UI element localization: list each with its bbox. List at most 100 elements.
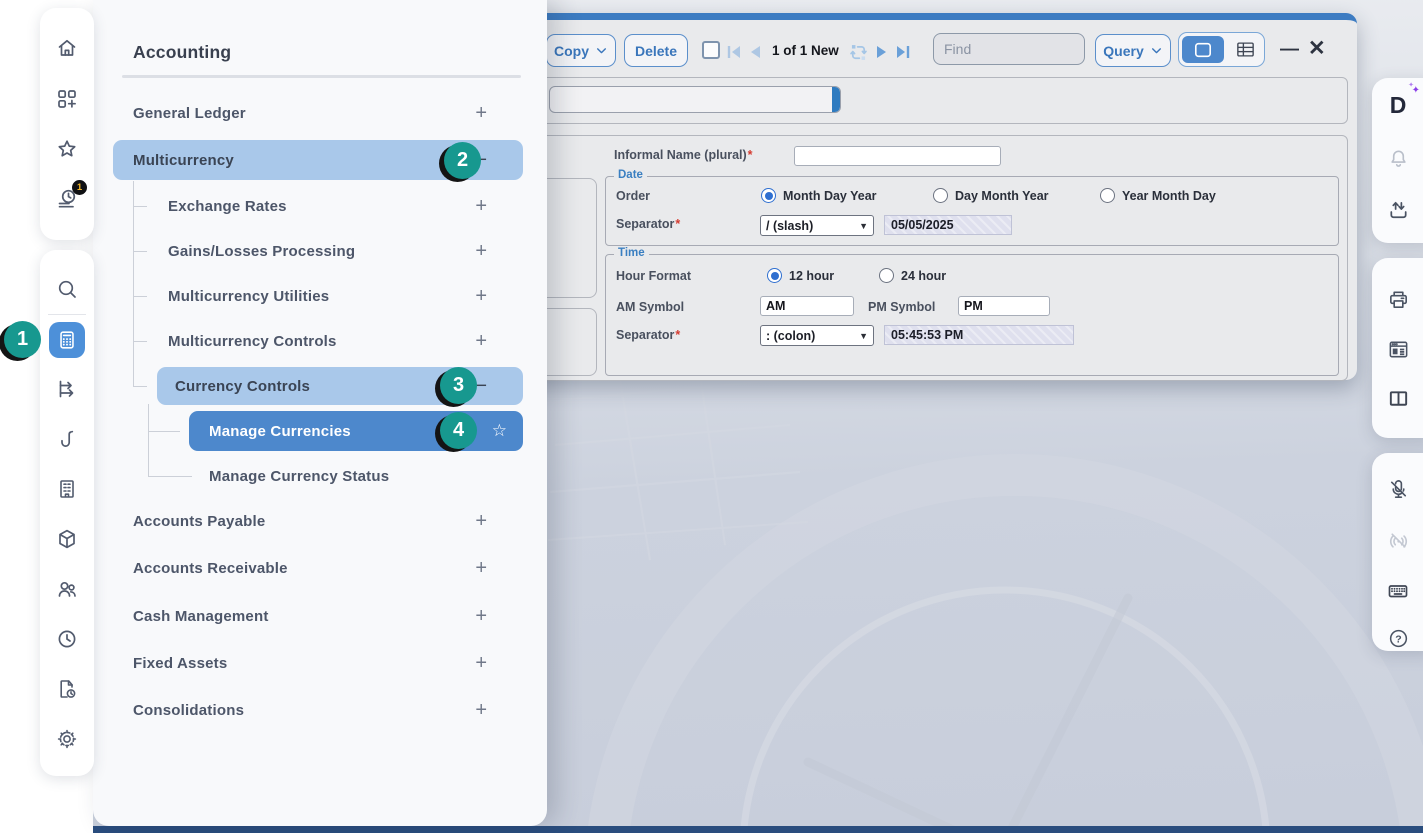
print-icon[interactable] — [1385, 286, 1411, 312]
informal-name-input[interactable] — [794, 146, 1001, 166]
radio-year-month-day[interactable] — [1100, 188, 1115, 203]
mic-off-icon[interactable] — [1385, 476, 1411, 502]
bottom-bar — [90, 826, 1423, 833]
table-view-button[interactable] — [1229, 36, 1261, 63]
organization-building-icon[interactable] — [55, 477, 79, 501]
next-record-icon[interactable] — [876, 45, 889, 59]
history-count-badge: 1 — [72, 180, 87, 195]
collapse-icon[interactable]: − — [475, 376, 487, 396]
expand-icon[interactable]: + — [475, 331, 487, 351]
apps-icon[interactable] — [55, 87, 79, 111]
help-icon[interactable]: ? — [1385, 625, 1411, 651]
close-button[interactable]: ✕ — [1308, 38, 1326, 59]
expand-icon[interactable]: + — [475, 241, 487, 261]
hidden-left-group-box — [539, 178, 597, 298]
form-view-button[interactable] — [1182, 36, 1224, 63]
query-button[interactable]: Query — [1095, 34, 1171, 67]
menu-item-consolidations[interactable]: Consolidations + — [113, 691, 523, 729]
scheduled-reports-icon[interactable] — [55, 677, 79, 701]
step-badge-3: 3 — [440, 367, 477, 404]
dropdown-arrow-icon: ▼ — [859, 221, 868, 231]
expand-icon[interactable]: + — [475, 700, 487, 720]
hidden-left-group-box-2 — [539, 308, 597, 376]
expand-icon[interactable]: + — [475, 286, 487, 306]
refresh-icon[interactable] — [848, 42, 869, 63]
notifications-bell-icon[interactable] — [1385, 145, 1411, 171]
record-select-checkbox[interactable] — [702, 41, 720, 59]
manage-currencies-window: Copy Delete 1 of 1 New Query — [520, 13, 1357, 380]
menu-item-manage-currency-status[interactable]: Manage Currency Status — [189, 457, 523, 495]
find-input[interactable] — [933, 33, 1085, 65]
tree-connector — [148, 431, 180, 432]
time-clock-icon[interactable] — [55, 627, 79, 651]
menu-item-multicurrency-utilities[interactable]: Multicurrency Utilities + — [148, 277, 523, 315]
expand-icon[interactable]: + — [475, 558, 487, 578]
step-badge-1: 1 — [4, 321, 41, 358]
assistant-logo-text: D — [1390, 94, 1407, 117]
flyout-divider — [122, 75, 521, 78]
tree-connector — [133, 206, 147, 207]
menu-item-accounts-receivable[interactable]: Accounts Receivable + — [113, 549, 523, 587]
favorite-star-icon[interactable]: ☆ — [492, 421, 507, 441]
expand-icon[interactable]: + — [475, 606, 487, 626]
accounting-calculator-icon[interactable] — [49, 322, 85, 358]
signature-icon[interactable] — [55, 427, 79, 451]
home-icon[interactable] — [55, 36, 79, 60]
menu-item-multicurrency-controls[interactable]: Multicurrency Controls + — [148, 322, 523, 360]
menu-item-accounts-payable[interactable]: Accounts Payable + — [113, 502, 523, 540]
time-separator-dropdown[interactable]: : (colon) ▼ — [760, 325, 874, 346]
sound-off-icon[interactable] — [1385, 527, 1411, 553]
time-separator-value: : (colon) — [766, 329, 815, 343]
menu-item-cash-management[interactable]: Cash Management + — [113, 597, 523, 635]
menu-item-gains-losses-processing[interactable]: Gains/Losses Processing + — [148, 232, 523, 270]
date-fieldset: Date Order Month Day Year Day Month Year… — [605, 176, 1339, 246]
search-icon[interactable] — [55, 277, 79, 301]
time-separator-label: Separator* — [616, 328, 680, 342]
menu-item-label: Multicurrency Utilities — [168, 288, 329, 305]
radio-12-hour-label: 12 hour — [789, 269, 834, 283]
expand-icon[interactable]: + — [475, 653, 487, 673]
radio-12-hour[interactable] — [767, 268, 782, 283]
menu-item-exchange-rates[interactable]: Exchange Rates + — [148, 187, 523, 225]
on-screen-keyboard-icon[interactable] — [1385, 578, 1411, 604]
last-record-icon[interactable] — [895, 45, 910, 59]
copy-button-label: Copy — [554, 43, 589, 59]
users-icon[interactable] — [55, 577, 79, 601]
expand-icon[interactable]: + — [475, 196, 487, 216]
expand-icon[interactable]: + — [475, 511, 487, 531]
tree-connector — [133, 386, 147, 387]
partially-visible-field[interactable] — [549, 86, 841, 113]
pm-symbol-input[interactable] — [958, 296, 1050, 316]
radio-day-month-year-label: Day Month Year — [955, 189, 1049, 203]
inventory-package-icon[interactable] — [55, 527, 79, 551]
transactions-icon[interactable] — [55, 377, 79, 401]
favorites-star-icon[interactable] — [55, 137, 79, 161]
date-separator-dropdown[interactable]: / (slash) ▼ — [760, 215, 874, 236]
settings-gear-icon[interactable] — [55, 727, 79, 751]
menu-item-label: Manage Currencies — [209, 423, 351, 440]
am-symbol-input[interactable] — [760, 296, 854, 316]
expand-icon[interactable]: + — [475, 103, 487, 123]
import-export-icon[interactable] — [1385, 197, 1411, 223]
time-separator-label-text: Separator — [616, 328, 674, 342]
menu-item-general-ledger[interactable]: General Ledger + — [113, 94, 523, 132]
sparkle-icon: ✦ — [1408, 81, 1414, 89]
radio-month-day-year[interactable] — [761, 188, 776, 203]
menu-item-fixed-assets[interactable]: Fixed Assets + — [113, 644, 523, 682]
first-record-icon[interactable] — [727, 45, 742, 59]
dashboard-icon[interactable] — [1385, 336, 1411, 362]
record-counter: 1 of 1 New — [772, 43, 839, 58]
minimize-button[interactable]: — — [1280, 40, 1299, 59]
tree-connector — [133, 251, 147, 252]
layout-columns-icon[interactable] — [1385, 385, 1411, 411]
step-badge-4: 4 — [440, 412, 477, 449]
menu-item-label: Fixed Assets — [133, 655, 227, 672]
previous-record-icon[interactable] — [748, 45, 761, 59]
query-button-label: Query — [1103, 43, 1143, 59]
assistant-logo-icon[interactable]: D ✦ ✦ — [1385, 92, 1411, 118]
date-separator-label: Separator* — [616, 217, 680, 231]
delete-button[interactable]: Delete — [624, 34, 688, 67]
radio-day-month-year[interactable] — [933, 188, 948, 203]
radio-24-hour[interactable] — [879, 268, 894, 283]
copy-button[interactable]: Copy — [546, 34, 616, 67]
